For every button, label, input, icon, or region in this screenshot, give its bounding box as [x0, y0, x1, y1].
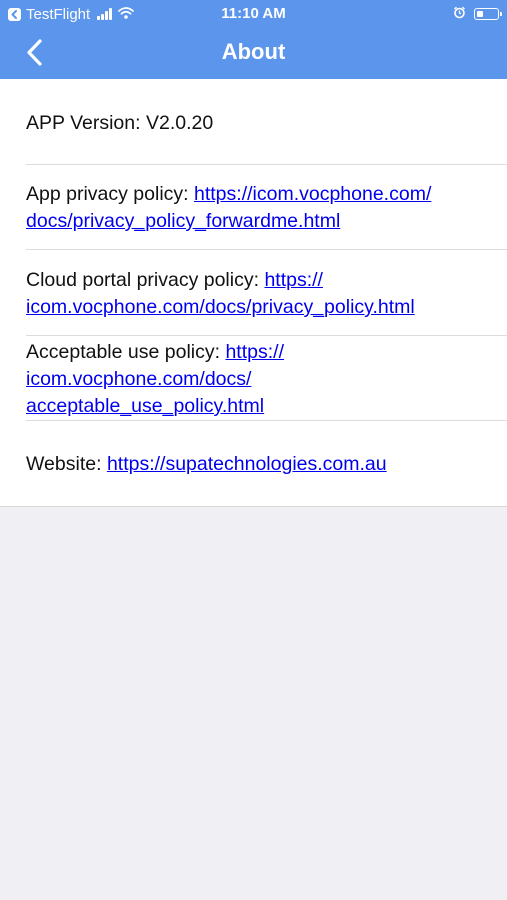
status-bar: TestFlight 11:10 AM	[0, 0, 507, 28]
acceptable-use-label: Acceptable use policy:	[26, 341, 226, 363]
about-content: APP Version: V2.0.20 App privacy policy:…	[0, 79, 507, 507]
page-title: About	[221, 39, 286, 64]
cloud-privacy-link-cont[interactable]: icom.vocphone.com/docs/privacy_policy.ht…	[26, 296, 415, 318]
acceptable-use-link-cont[interactable]: icom.vocphone.com/docs/	[26, 368, 251, 390]
cloud-privacy-link[interactable]: https://	[264, 269, 323, 291]
app-version-row: APP Version: V2.0.20	[26, 110, 507, 137]
navigation-bar: About	[0, 28, 507, 79]
website-row: Website: https://supatechnologies.com.au	[26, 451, 507, 478]
app-privacy-link[interactable]: https://icom.vocphone.com/	[194, 183, 431, 205]
divider	[26, 249, 507, 250]
status-right	[453, 5, 502, 23]
divider	[26, 420, 507, 421]
app-privacy-link-cont[interactable]: docs/privacy_policy_forwardme.html	[26, 210, 340, 232]
app-version-text: APP Version: V2.0.20	[26, 112, 214, 134]
acceptable-use-link-cont2[interactable]: acceptable_use_policy.html	[26, 395, 264, 417]
divider	[26, 335, 507, 336]
website-label: Website:	[26, 453, 107, 475]
app-privacy-row: App privacy policy: https://icom.vocphon…	[26, 181, 507, 235]
divider	[26, 164, 507, 165]
website-link[interactable]: https://supatechnologies.com.au	[107, 453, 387, 475]
status-time: 11:10 AM	[221, 5, 286, 22]
app-privacy-label: App privacy policy:	[26, 183, 194, 205]
battery-icon	[474, 8, 502, 20]
cloud-privacy-label: Cloud portal privacy policy:	[26, 269, 265, 291]
cloud-privacy-row: Cloud portal privacy policy: https:// ic…	[26, 267, 507, 321]
acceptable-use-row: Acceptable use policy: https:// icom.voc…	[26, 339, 507, 420]
acceptable-use-link[interactable]: https://	[225, 341, 284, 363]
alarm-icon	[453, 6, 466, 23]
